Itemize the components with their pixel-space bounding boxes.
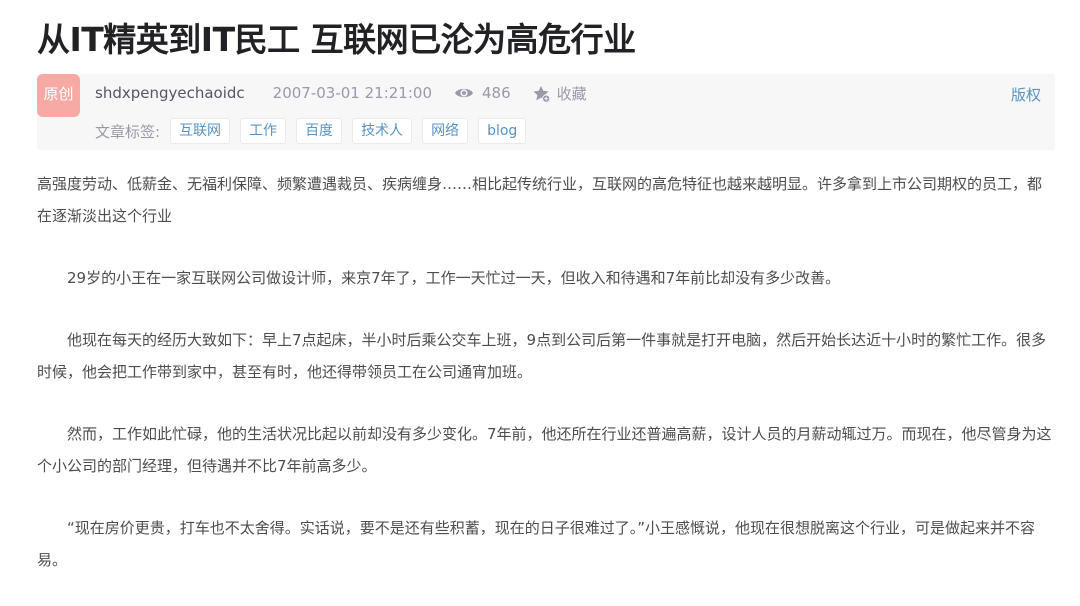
article-paragraph: 29岁的小王在一家互联网公司做设计师，来京7年了，工作一天忙过一天，但收入和待遇… bbox=[67, 269, 841, 287]
publish-date: 2007-03-01 21:21:00 bbox=[272, 84, 432, 102]
tag-link[interactable]: 技术人 bbox=[352, 118, 413, 144]
tags-row: 文章标签: 互联网 工作 百度 技术人 网络 blog bbox=[95, 118, 536, 144]
eye-icon bbox=[454, 88, 473, 98]
view-count: 486 bbox=[454, 84, 511, 102]
article-title: 从IT精英到IT民工 互联网已沦为高危行业 bbox=[37, 20, 636, 59]
article-paragraph: 高强度劳动、低薪金、无福利保障、频繁遭遇裁员、疾病缠身……相比起传统行业，互联网… bbox=[37, 175, 1043, 225]
article-paragraph: 他现在每天的经历大致如下：早上7点起床，半小时后乘公交车上班，9点到公司后第一件… bbox=[37, 331, 1047, 381]
author-link[interactable]: shdxpengyechaoidc bbox=[95, 84, 245, 102]
favorite-label: 收藏 bbox=[556, 84, 587, 103]
article-info-box: 原创 shdxpengyechaoidc 2007-03-01 21:21:00… bbox=[37, 74, 1055, 150]
tag-link[interactable]: blog bbox=[478, 118, 527, 144]
view-count-value: 486 bbox=[481, 84, 511, 102]
copyright-link[interactable]: 版权 bbox=[1011, 84, 1041, 105]
tags-label: 文章标签: bbox=[95, 122, 161, 141]
article-content: 高强度劳动、低薪金、无福利保障、频繁遭遇裁员、疾病缠身……相比起传统行业，互联网… bbox=[37, 168, 1055, 606]
star-icon bbox=[533, 85, 550, 103]
meta-row: shdxpengyechaoidc 2007-03-01 21:21:00 48… bbox=[95, 82, 587, 104]
tag-link[interactable]: 互联网 bbox=[170, 118, 231, 144]
tag-link[interactable]: 百度 bbox=[296, 118, 343, 144]
tag-link[interactable]: 工作 bbox=[240, 118, 287, 144]
article-paragraph: 然而，工作如此忙碌，他的生活状况比起以前却没有多少变化。7年前，他还所在行业还普… bbox=[37, 425, 1052, 475]
original-badge: 原创 bbox=[37, 74, 80, 117]
favorite-button[interactable]: 收藏 bbox=[531, 83, 587, 104]
tag-link[interactable]: 网络 bbox=[422, 118, 469, 144]
article-paragraph: “现在房价更贵，打车也不太舍得。实话说，要不是还有些积蓄，现在的日子很难过了。”… bbox=[37, 519, 1036, 569]
